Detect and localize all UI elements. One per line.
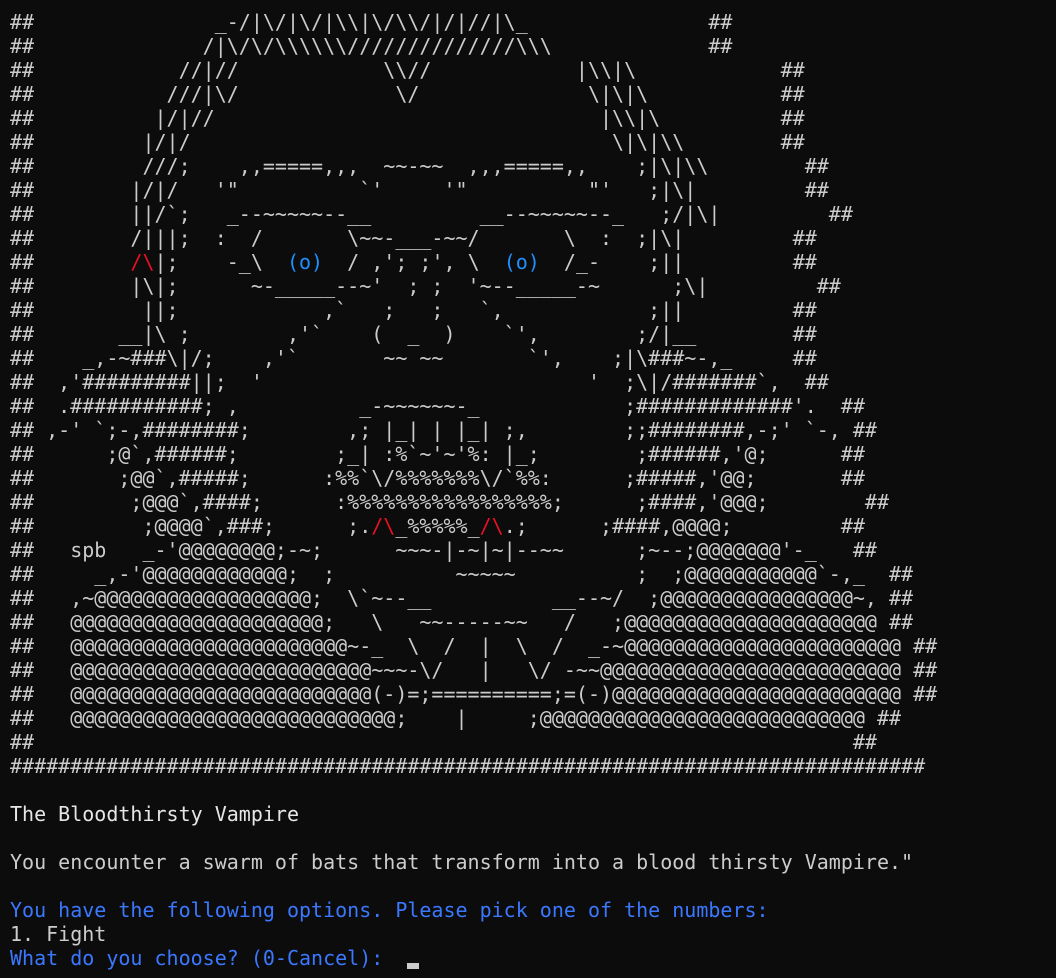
- ascii-art-row: ## /|||; : / \~~-___-~~/ \ : ;|\| ##: [10, 226, 817, 250]
- ascii-art-row: ## /|\/\/\\\\\\//////////////\\\ ##: [10, 34, 733, 58]
- ascii-art-row: ## ,'#########||; ' ' ;\|/#######`, ##: [10, 370, 829, 394]
- terminal-window: ## _-/|\/|\/|\\|\/\\/|/|//|\_ ## ## /|\/\…: [10, 10, 1050, 970]
- ascii-art-row: ## ||; ,` ; ; `, ;|| ##: [10, 298, 817, 322]
- ascii-art-row: ## @@@@@@@@@@@@@@@@@@@@@@@@@~~~-\/ | \/ …: [10, 658, 938, 682]
- encounter-title: The Bloodthirsty Vampire: [10, 802, 299, 826]
- ascii-art-row: ## ///|\/ \/ \|\|\ ##: [10, 82, 805, 106]
- ascii-art-row: ## //|// \\// |\\|\ ##: [10, 58, 805, 82]
- ascii-art-row: ## spb _-'@@@@@@@@;-~; ~~~-|-~|~|--~~ ;~…: [10, 538, 877, 562]
- ascii-art-row: ## ;@@`,#####; :%%`\/%%%%%%%\/`%%: ;####…: [10, 466, 865, 490]
- vampire-fang: /\: [371, 514, 396, 538]
- vampire-eye: (o): [503, 250, 540, 274]
- encounter-description: You encounter a swarm of bats that trans…: [10, 850, 914, 874]
- vampire-fang: /\: [130, 250, 155, 274]
- ascii-art-row: ## _,-~###\|/; ,'` ~~ ~~ `', ;|\###~-,_ …: [10, 346, 817, 370]
- vampire-ascii-art: ## _-/|\/|\/|\\|\/\\/|/|//|\_ ## ## /|\/\…: [10, 10, 1050, 778]
- ascii-art-row: ## |/|/ '" `' '" "' ;|\| ##: [10, 178, 829, 202]
- vampire-fang: /\: [479, 514, 504, 538]
- option-fight[interactable]: 1. Fight: [10, 922, 1050, 946]
- ascii-art-row: ## ,~@@@@@@@@@@@@@@@@@@; \`~--__ __--~/ …: [10, 586, 914, 610]
- ascii-art-row: ## |/|// |\\|\ ##: [10, 106, 805, 130]
- ascii-art-row: ## @@@@@@@@@@@@@@@@@@@@@@@@@@@; | ;@@@@@…: [10, 706, 902, 730]
- ascii-art-row: ## ;@@@@`,###; ;./\_%%%%%_/\.; ;####,@@@…: [10, 514, 865, 538]
- ascii-art-row: ## ;@@@`,####; :%%%%%%%%%%%%%%%%%; ;####…: [10, 490, 889, 514]
- ascii-art-row: ## ##: [10, 730, 877, 754]
- ascii-art-row: ## ||/`; _--~~~~~--__ __--~~~~~--_ ;/|\|…: [10, 202, 853, 226]
- ascii-art-row: ## ,-' `;-,########; ,; |_| | |_| ;, ;;#…: [10, 418, 877, 442]
- ascii-art-row: ## @@@@@@@@@@@@@@@@@@@@@@@~-_ \ / | \ / …: [10, 634, 938, 658]
- ascii-art-row: ## |\|; ~-_____--~' ; ; '~--_____-~ ;\| …: [10, 274, 841, 298]
- text-cursor[interactable]: [407, 963, 420, 969]
- ascii-art-row: ## _-/|\/|\/|\\|\/\\/|/|//|\_ ##: [10, 10, 733, 34]
- ascii-art-row: ## ///; ,,=====,,, ~~-~~ ,,,=====,, ;|\|…: [10, 154, 829, 178]
- options-prompt: You have the following options. Please p…: [10, 898, 769, 922]
- ascii-art-row: ## @@@@@@@@@@@@@@@@@@@@@@@@@(-)=;=======…: [10, 682, 938, 706]
- vampire-eye: (o): [286, 250, 324, 274]
- ascii-art-row: ########################################…: [10, 754, 926, 778]
- choice-input-line[interactable]: What do you choose? (0-Cancel):: [10, 946, 1050, 970]
- ascii-art-row: ## |/|/ \|\|\\ ##: [10, 130, 805, 154]
- ascii-art-row: ## /\|; -_\ (o) / ,'; ;', \ (o) /_- ;|| …: [10, 250, 817, 274]
- ascii-art-row: ## _,-'@@@@@@@@@@@@; ; ~~~~~ ; ;@@@@@@@@…: [10, 562, 914, 586]
- ascii-art-row: ## __|\ ; ,'` ( _ ) `', ;/|__ ##: [10, 322, 817, 346]
- ascii-art-row: ## @@@@@@@@@@@@@@@@@@@@@; \ ~~-----~~ / …: [10, 610, 914, 634]
- choice-input-prompt: What do you choose? (0-Cancel):: [10, 946, 384, 970]
- ascii-art-row: ## ;@`,######; ;_| :%`~'~'%: |_; ;######…: [10, 442, 865, 466]
- ascii-art-row: ## .###########; , _-~~~~~~-_ ;#########…: [10, 394, 865, 418]
